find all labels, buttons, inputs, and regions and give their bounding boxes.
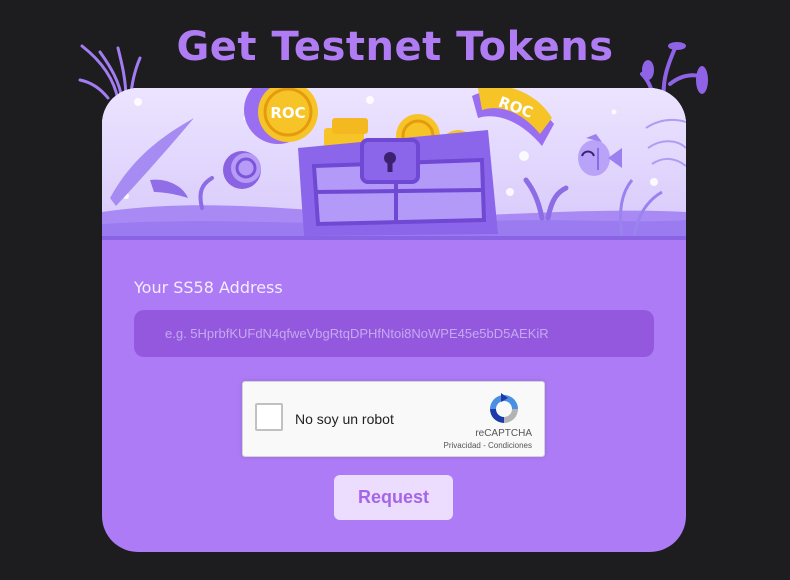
- captcha-brand: reCAPTCHA: [475, 428, 532, 439]
- svg-text:ROC: ROC: [270, 104, 305, 122]
- address-input[interactable]: [134, 310, 654, 357]
- faucet-card: ROC ROC Your SS58 Address e.g. 5HprbfKUF…: [102, 88, 686, 552]
- treasure-banner: ROC ROC: [102, 88, 686, 240]
- address-label: Your SS58 Address: [134, 278, 283, 297]
- captcha-links: Privacidad - Condiciones: [444, 441, 533, 450]
- link-separator: -: [480, 441, 488, 450]
- captcha-label: No soy un robot: [295, 411, 394, 427]
- captcha-checkbox[interactable]: [255, 403, 283, 431]
- terms-link[interactable]: Condiciones: [488, 441, 532, 450]
- treasure-chest-icon: [298, 114, 498, 236]
- recaptcha-icon: [490, 393, 518, 423]
- privacy-link[interactable]: Privacidad: [444, 441, 481, 450]
- coin-icon: [223, 151, 261, 189]
- recaptcha-widget: No soy un robot reCAPTCHA Privacidad - C…: [242, 381, 545, 457]
- request-button[interactable]: Request: [334, 475, 453, 520]
